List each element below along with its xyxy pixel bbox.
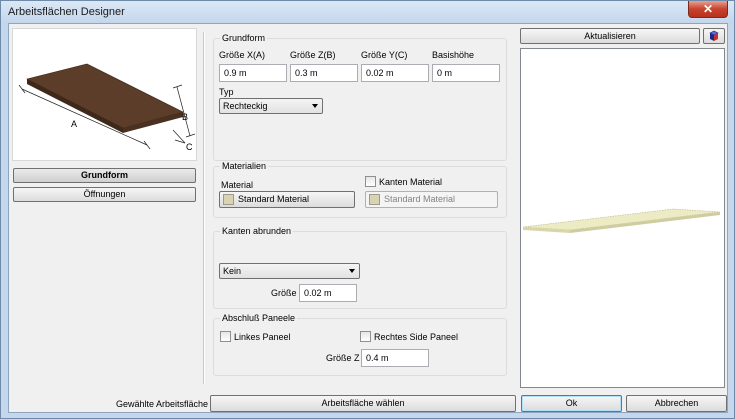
group-materialien-title: Materialien [220,161,269,171]
material-button-label: Standard Material [238,194,310,204]
view-toggle-button[interactable] [703,28,725,44]
cube-icon [709,30,719,41]
rounding-size-label: Größe [271,288,297,298]
chevron-down-icon [349,269,355,273]
cancel-button[interactable]: Abbrechen [626,395,727,412]
size-y-label: Größe Y(C) [361,50,408,60]
material-swatch [223,194,234,205]
size-z-label: Größe Z(B) [290,50,336,60]
tab-grundform[interactable]: Grundform [13,168,196,183]
kanten-material-swatch [369,194,380,205]
group-materialien: Materialien Material Standard Material K… [213,161,507,218]
dim-a-tick1 [18,84,26,94]
kanten-material-button[interactable]: Standard Material [365,191,498,208]
close-icon: ✕ [702,2,714,16]
tab-oeffnungen[interactable]: Öffnungen [13,187,196,202]
size-z-input[interactable]: 0.3 m [290,64,358,82]
group-abschluss-title: Abschluß Paneele [220,313,298,323]
preview-slab-top [522,208,721,231]
rounding-select[interactable]: Kein [219,263,360,279]
group-abschluss-paneele: Abschluß Paneele Linkes Paneel Rechtes S… [213,313,507,376]
kanten-material-button-label: Standard Material [384,194,456,204]
size-x-label: Größe X(A) [219,50,266,60]
left-panel-checkbox[interactable] [220,331,231,342]
dim-b-tick2 [185,133,196,138]
right-panel-label: Rechtes Side Paneel [374,332,459,342]
base-height-label: Basishöhe [432,50,475,60]
title-bar: Arbeitsflächen Designer ✕ [1,1,734,23]
material-label: Material [221,180,254,190]
material-button[interactable]: Standard Material [219,191,355,208]
choose-worktop-button[interactable]: Arbeitsfläche wählen [210,395,516,412]
preview-canvas [522,208,721,233]
size-x-input[interactable]: 0.9 m [219,64,287,82]
footer-bar: Gewählte Arbeitsfläche Arbeitsfläche wäh… [9,392,727,413]
left-panel-label: Linkes Paneel [234,332,291,342]
group-grundform-title: Grundform [220,33,268,43]
panel-size-input[interactable]: 0.4 m [361,349,429,367]
dialog-client: A B C Grundform Öffnungen Grundform Größ… [8,23,728,413]
dim-c-label: C [186,142,193,152]
right-panel-checkbox[interactable] [360,331,371,342]
group-kanten-abrunden-title: Kanten abrunden [220,226,294,236]
shape-diagram: A B C [12,28,197,161]
typ-select-value: Rechteckig [223,101,268,111]
kanten-material-label: Kanten Material [379,177,443,187]
dim-b-label: B [182,112,188,122]
dim-a-tick2 [143,140,151,150]
kanten-material-checkbox[interactable] [365,176,376,187]
size-y-input[interactable]: 0.02 m [361,64,429,82]
typ-select[interactable]: Rechteckig [219,98,323,114]
designer-window: Arbeitsflächen Designer ✕ A B C Grundfor… [0,0,735,419]
group-grundform: Grundform Größe X(A) Größe Z(B) Größe Y(… [213,33,507,161]
slab-diagram-svg: A B C [18,63,196,152]
group-kanten-abrunden: Kanten abrunden Kein Größe 0.02 m [213,226,507,309]
typ-label: Typ [219,87,234,97]
close-button[interactable]: ✕ [688,1,728,18]
chevron-down-icon [312,104,318,108]
window-title: Arbeitsflächen Designer [8,6,125,18]
panel-size-label: Größe Z [326,353,360,363]
selected-worktop-label: Gewählte Arbeitsfläche [116,399,209,409]
ok-button[interactable]: Ok [521,395,622,412]
dim-a-label: A [71,119,77,129]
rounding-select-value: Kein [223,266,242,276]
rounding-size-input[interactable]: 0.02 m [299,284,357,302]
vertical-separator [203,32,205,384]
refresh-button[interactable]: Aktualisieren [520,28,700,44]
3d-preview[interactable] [520,48,725,388]
base-height-input[interactable]: 0 m [432,64,500,82]
